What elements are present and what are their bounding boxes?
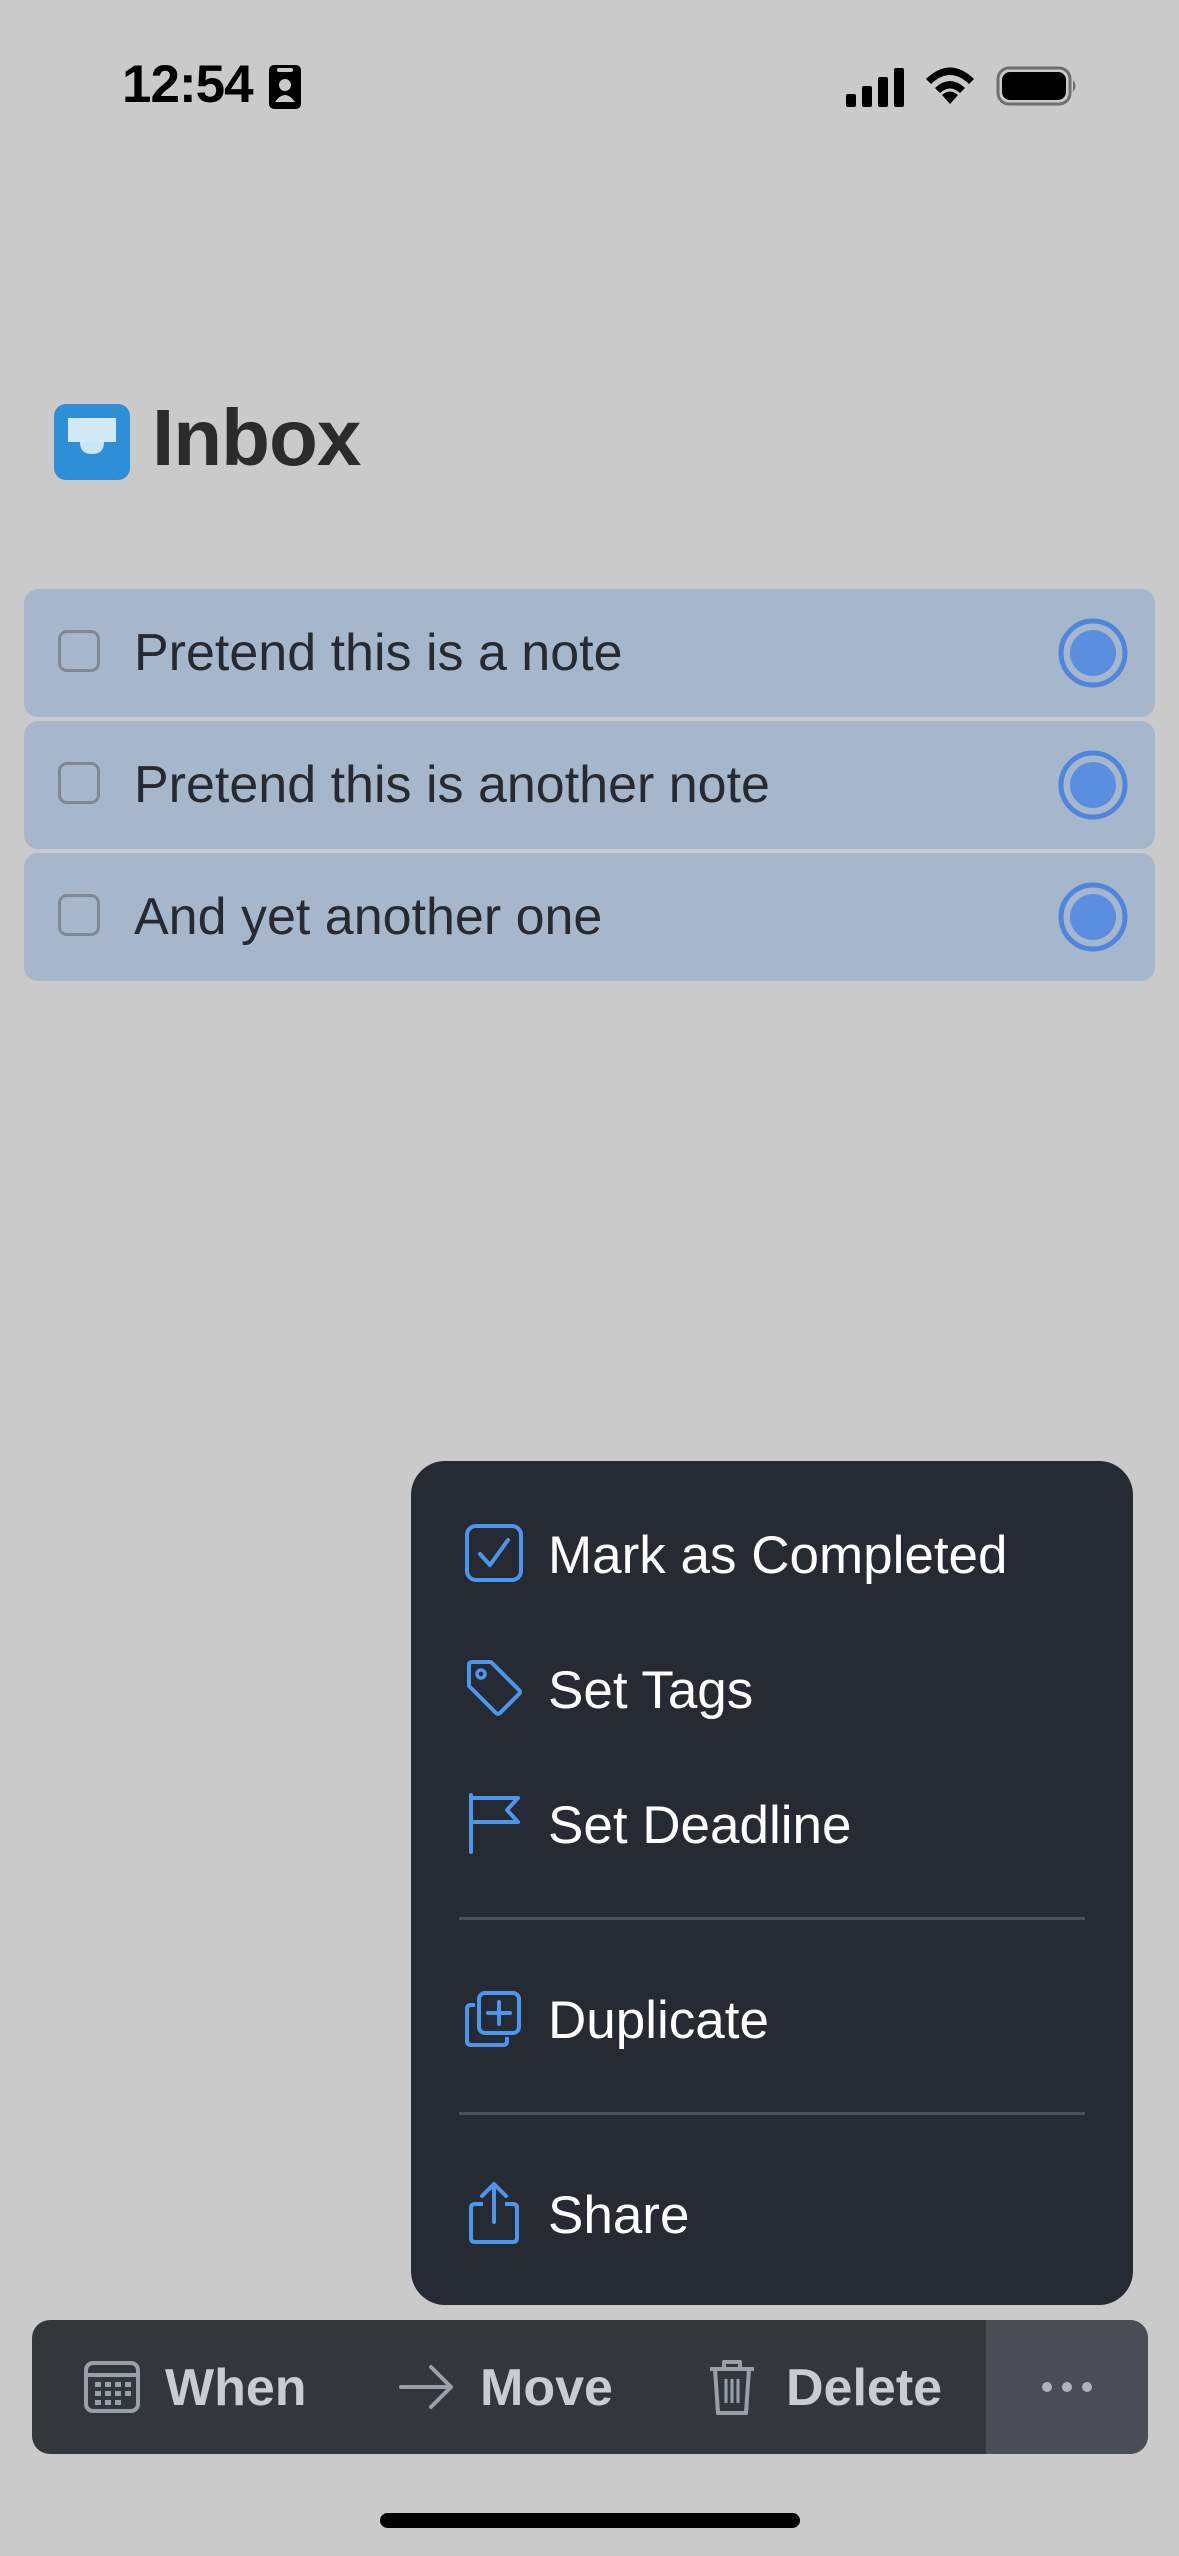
task-label: Pretend this is a note: [134, 624, 623, 682]
task-checkbox[interactable]: [58, 630, 100, 672]
task-checkbox[interactable]: [58, 894, 100, 936]
menu-label: Set Tags: [548, 1661, 754, 1720]
menu-item-mark-as-completed[interactable]: Mark as Completed: [411, 1498, 1133, 1608]
menu-divider: [459, 1917, 1085, 1920]
share-icon: [469, 2182, 519, 2244]
task-label: And yet another one: [134, 888, 603, 946]
duplicate-icon: [465, 1991, 521, 2047]
menu-item-duplicate[interactable]: Duplicate: [411, 1963, 1133, 2073]
menu-item-set-deadline[interactable]: Set Deadline: [411, 1768, 1133, 1878]
delete-label: Delete: [786, 2359, 943, 2417]
checkbox-checked-icon: [465, 1524, 523, 1582]
home-indicator[interactable]: [380, 2513, 800, 2528]
id-card-icon: [269, 65, 301, 109]
when-label: When: [165, 2359, 307, 2417]
task-row[interactable]: Pretend this is a note: [24, 589, 1155, 717]
status-time: 12:54: [122, 55, 254, 114]
menu-label: Share: [548, 2186, 690, 2245]
task-label: Pretend this is another note: [134, 756, 770, 814]
context-menu: Mark as Completed Set Tags Set Deadline …: [411, 1461, 1133, 2305]
delete-button[interactable]: Delete: [682, 2320, 982, 2454]
task-row[interactable]: Pretend this is another note: [24, 721, 1155, 849]
flag-icon: [469, 1793, 520, 1854]
selected-radio-icon[interactable]: [1057, 617, 1129, 689]
move-button[interactable]: Move: [362, 2320, 662, 2454]
menu-item-share[interactable]: Share: [411, 2158, 1133, 2268]
menu-divider: [459, 2112, 1085, 2115]
calendar-icon: [84, 2361, 140, 2413]
menu-label: Set Deadline: [548, 1796, 852, 1855]
move-label: Move: [480, 2359, 613, 2417]
page-title: Inbox: [152, 393, 361, 482]
trash-icon: [710, 2360, 754, 2415]
status-bar: 12:54: [0, 0, 1179, 170]
selected-radio-icon[interactable]: [1057, 881, 1129, 953]
inbox-tray-icon: [54, 404, 130, 480]
menu-label: Duplicate: [548, 1991, 769, 2050]
arrow-right-icon: [399, 2365, 453, 2409]
menu-item-set-tags[interactable]: Set Tags: [411, 1633, 1133, 1743]
signal-icon: [846, 68, 904, 107]
bottom-toolbar: When Move Delete: [32, 2320, 1148, 2454]
when-button[interactable]: When: [32, 2320, 342, 2454]
task-checkbox[interactable]: [58, 762, 100, 804]
tag-icon: [467, 1660, 522, 1716]
battery-icon: [996, 66, 1076, 106]
selected-radio-icon[interactable]: [1057, 749, 1129, 821]
task-row[interactable]: And yet another one: [24, 853, 1155, 981]
menu-label: Mark as Completed: [548, 1526, 1008, 1585]
more-dots-icon: [1042, 2382, 1092, 2392]
wifi-icon: [926, 67, 974, 104]
more-button[interactable]: [986, 2320, 1148, 2454]
